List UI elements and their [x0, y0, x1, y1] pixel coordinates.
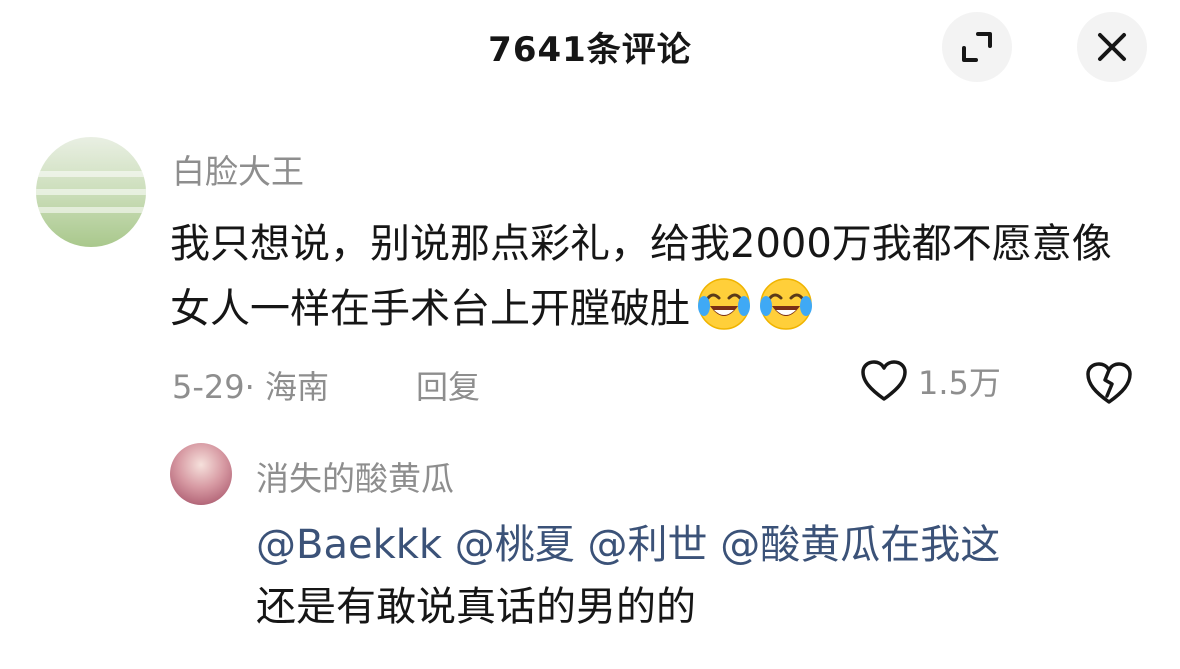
close-icon — [1098, 33, 1126, 61]
comment-body: 我只想说，别说那点彩礼，给我2000万我都不愿意像女人一样在手术台上开膛破肚 — [170, 221, 1112, 332]
dislike-button[interactable] — [1084, 360, 1134, 410]
close-button[interactable] — [1077, 12, 1147, 82]
comment-username[interactable]: 白脸大王 — [172, 145, 304, 193]
avatar[interactable] — [36, 137, 146, 247]
broken-heart-icon — [1086, 362, 1132, 404]
reply-text: @Baekkk @桃夏 @利世 @酸黄瓜在我这 还是有敢说真话的男的的 — [256, 514, 1136, 638]
avatar-pattern — [36, 189, 146, 195]
expand-button[interactable] — [942, 12, 1012, 82]
reply-username[interactable]: 消失的酸黄瓜 — [256, 452, 454, 500]
expand-icon — [962, 32, 992, 62]
mention-link[interactable]: @利世 — [588, 522, 708, 568]
reply-body: 还是有敢说真话的男的的 — [256, 584, 696, 630]
avatar-pattern — [36, 207, 146, 213]
mention-link[interactable]: @酸黄瓜在我这 — [720, 522, 1000, 568]
comment-text: 我只想说，别说那点彩礼，给我2000万我都不愿意像女人一样在手术台上开膛破肚 — [170, 212, 1150, 341]
mention-link[interactable]: @桃夏 — [455, 522, 575, 568]
heart-icon — [861, 360, 907, 401]
mention-link[interactable]: @Baekkk — [256, 522, 442, 568]
reply-avatar[interactable] — [170, 443, 232, 505]
like-count: 1.5万 — [918, 364, 1001, 402]
reply-button[interactable]: 回复 — [416, 362, 480, 408]
laughing-crying-emoji-icon — [760, 278, 812, 330]
laughing-crying-emoji-icon — [698, 278, 750, 330]
avatar-pattern — [36, 171, 146, 177]
comment-date-location: 5-29· 海南 — [172, 368, 329, 406]
like-button[interactable]: 1.5万 — [860, 358, 1001, 404]
